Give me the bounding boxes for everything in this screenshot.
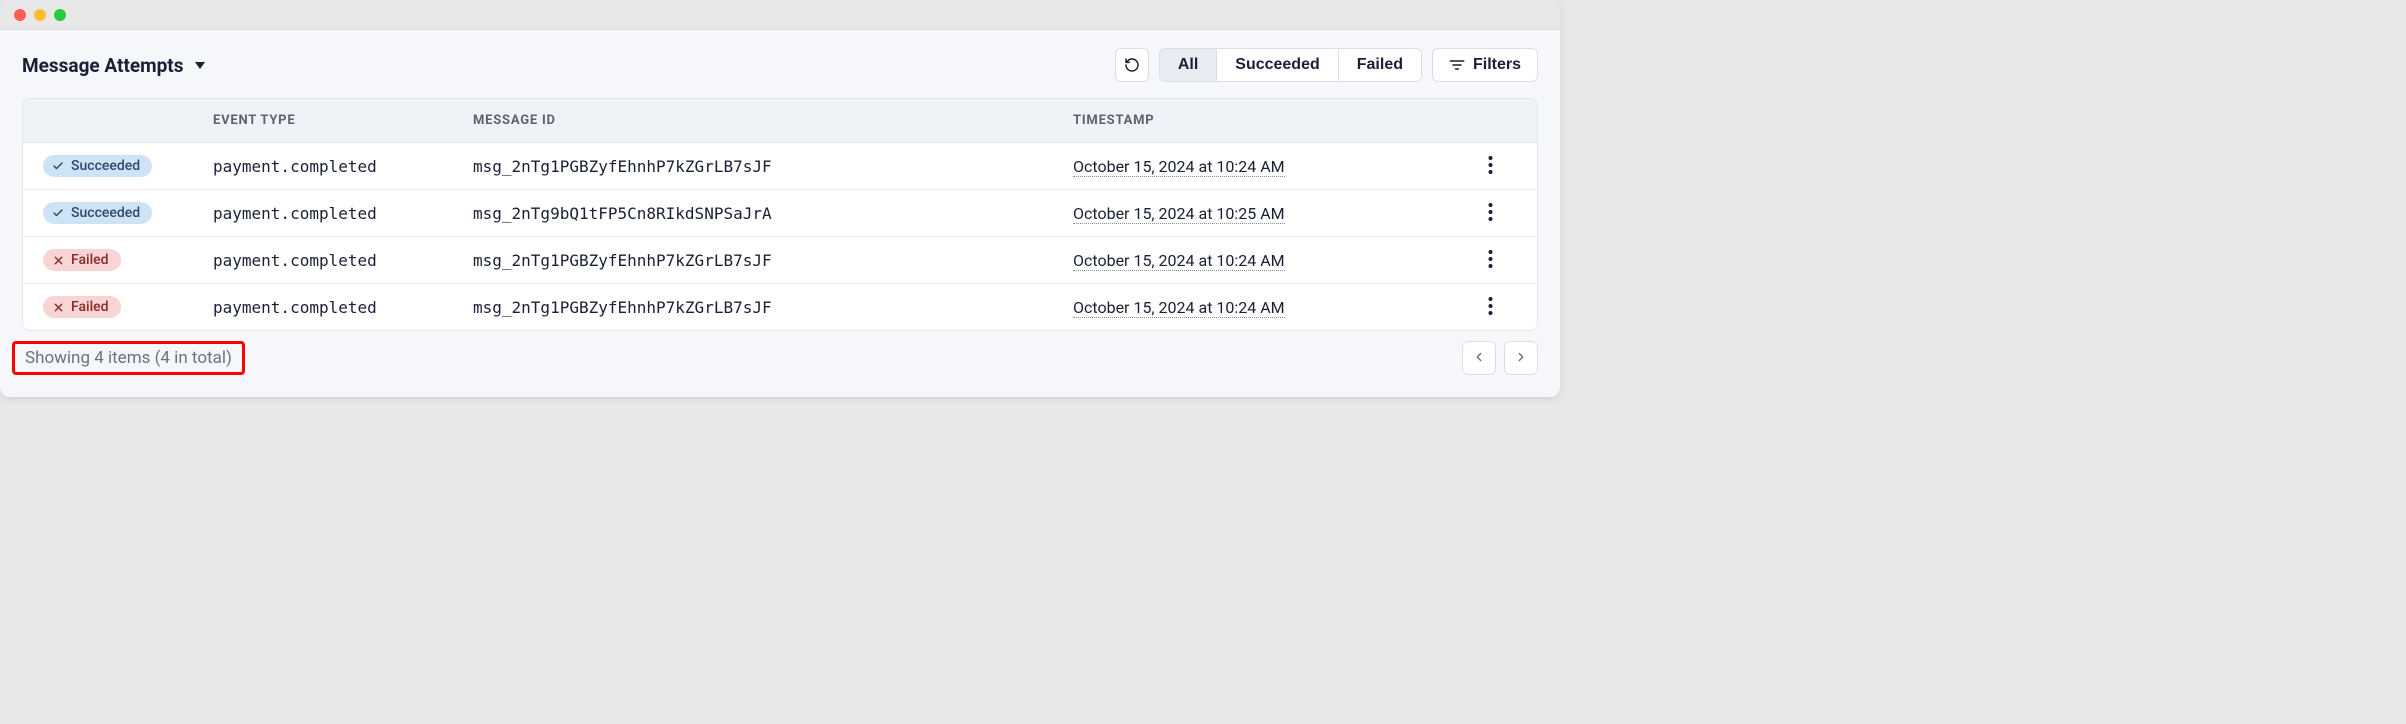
status-filter-segmented: All Succeeded Failed — [1159, 48, 1422, 82]
segment-all[interactable]: All — [1160, 49, 1217, 81]
status-badge-label: Failed — [71, 299, 109, 315]
status-badge-label: Succeeded — [71, 205, 140, 221]
page-header: Message Attempts All Succeeded Failed — [22, 48, 1538, 82]
timestamp-text[interactable]: October 15, 2024 at 10:24 AM — [1073, 298, 1285, 318]
next-page-button[interactable] — [1504, 341, 1538, 375]
status-badge-label: Succeeded — [71, 158, 140, 174]
chevron-right-icon — [1514, 349, 1528, 368]
check-icon — [51, 159, 65, 173]
page-title-group[interactable]: Message Attempts — [22, 54, 205, 77]
kebab-icon — [1488, 155, 1493, 179]
cell-message-id: msg_2nTg9bQ1tFP5Cn8RIkdSNPSaJrA — [473, 204, 1073, 223]
chevron-left-icon — [1472, 349, 1486, 368]
window-minimize-button[interactable] — [34, 9, 46, 21]
kebab-icon — [1488, 202, 1493, 226]
results-summary: Showing 4 items (4 in total) — [12, 341, 245, 375]
filters-button[interactable]: Filters — [1432, 48, 1538, 82]
table-row: Failed payment.completedmsg_2nTg1PGBZyfEh… — [23, 237, 1537, 284]
refresh-icon — [1124, 57, 1140, 73]
timestamp-text[interactable]: October 15, 2024 at 10:24 AM — [1073, 251, 1285, 271]
cell-status: Succeeded — [43, 202, 213, 224]
window-title-bar — [0, 0, 1560, 30]
table-row: Succeeded payment.completedmsg_2nTg9bQ1tF… — [23, 190, 1537, 237]
table-footer: Showing 4 items (4 in total) — [22, 341, 1538, 375]
kebab-icon — [1488, 296, 1493, 320]
table-header-row: Event Type Message ID Timestamp — [23, 99, 1537, 143]
cell-event-type: payment.completed — [213, 251, 473, 270]
cell-timestamp: October 15, 2024 at 10:25 AM — [1073, 204, 1453, 223]
chevron-down-icon — [195, 62, 205, 69]
timestamp-text[interactable]: October 15, 2024 at 10:24 AM — [1073, 157, 1285, 177]
x-icon — [51, 253, 65, 267]
row-menu-button[interactable] — [1453, 156, 1493, 177]
app-window: Message Attempts All Succeeded Failed — [0, 0, 1560, 397]
cell-event-type: payment.completed — [213, 204, 473, 223]
window-maximize-button[interactable] — [54, 9, 66, 21]
cell-event-type: payment.completed — [213, 298, 473, 317]
cell-timestamp: October 15, 2024 at 10:24 AM — [1073, 298, 1453, 317]
header-actions: All Succeeded Failed Filters — [1115, 48, 1538, 82]
status-badge: Succeeded — [43, 155, 152, 177]
cell-timestamp: October 15, 2024 at 10:24 AM — [1073, 157, 1453, 176]
status-badge-label: Failed — [71, 252, 109, 268]
col-header-message-id: Message ID — [473, 113, 1073, 128]
row-menu-button[interactable] — [1453, 203, 1493, 224]
col-header-menu — [1453, 113, 1493, 128]
kebab-icon — [1488, 249, 1493, 273]
check-icon — [51, 206, 65, 220]
cell-message-id: msg_2nTg1PGBZyfEhnhP7kZGrLB7sJF — [473, 251, 1073, 270]
segment-failed[interactable]: Failed — [1339, 49, 1421, 81]
cell-status: Failed — [43, 296, 213, 318]
filter-icon — [1449, 58, 1465, 72]
attempts-table: Event Type Message ID Timestamp Succeede… — [22, 98, 1538, 331]
segment-succeeded[interactable]: Succeeded — [1217, 49, 1338, 81]
table-row: Succeeded payment.completedmsg_2nTg1PGBZy… — [23, 143, 1537, 190]
cell-event-type: payment.completed — [213, 157, 473, 176]
refresh-button[interactable] — [1115, 48, 1149, 82]
table-body: Succeededpayment.completedmsg_2nTg1PGBZy… — [23, 143, 1537, 330]
page-title: Message Attempts — [22, 54, 183, 77]
cell-status: Failed — [43, 249, 213, 271]
window-close-button[interactable] — [14, 9, 26, 21]
filters-button-label: Filters — [1473, 56, 1521, 74]
prev-page-button[interactable] — [1462, 341, 1496, 375]
table-row: Failed payment.completedmsg_2nTg1PGBZyfEh… — [23, 284, 1537, 330]
status-badge: Failed — [43, 249, 121, 271]
col-header-status — [43, 113, 213, 128]
x-icon — [51, 300, 65, 314]
row-menu-button[interactable] — [1453, 297, 1493, 318]
status-badge: Succeeded — [43, 202, 152, 224]
cell-message-id: msg_2nTg1PGBZyfEhnhP7kZGrLB7sJF — [473, 157, 1073, 176]
status-badge: Failed — [43, 296, 121, 318]
cell-timestamp: October 15, 2024 at 10:24 AM — [1073, 251, 1453, 270]
cell-message-id: msg_2nTg1PGBZyfEhnhP7kZGrLB7sJF — [473, 298, 1073, 317]
col-header-event-type: Event Type — [213, 113, 473, 128]
row-menu-button[interactable] — [1453, 250, 1493, 271]
pagination — [1462, 341, 1538, 375]
cell-status: Succeeded — [43, 155, 213, 177]
col-header-timestamp: Timestamp — [1073, 113, 1453, 128]
timestamp-text[interactable]: October 15, 2024 at 10:25 AM — [1073, 204, 1285, 224]
content-area: Message Attempts All Succeeded Failed — [0, 30, 1560, 397]
